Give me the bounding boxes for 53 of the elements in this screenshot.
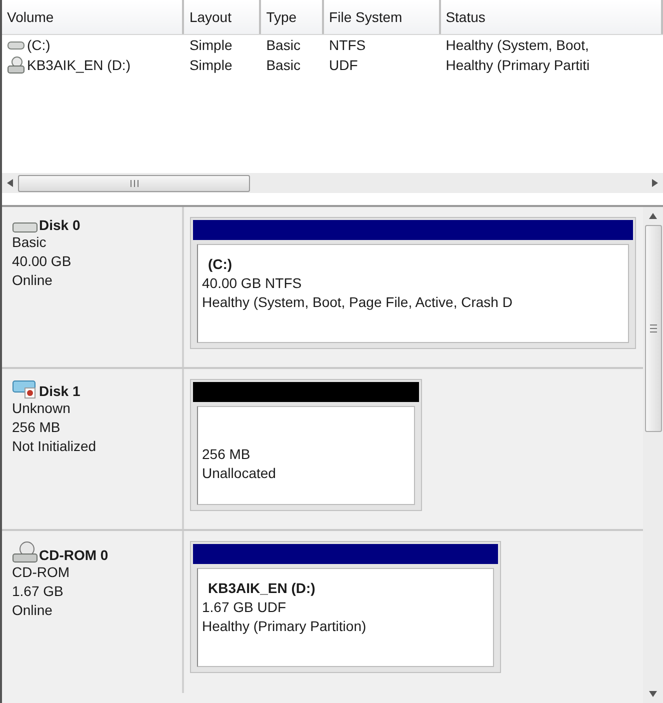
table-cell: Simple <box>189 37 232 53</box>
disk-detail: Not Initialized <box>12 437 98 456</box>
partition-title: KB3AIK_EN (D:) <box>207 579 316 598</box>
table-cell: (C:) <box>27 37 50 53</box>
column-header[interactable]: Type <box>261 0 324 34</box>
partition-block[interactable]: (C:) 40.00 GB NTFS Healthy (System, Boot, Page File, Active, Crash D <box>190 217 636 349</box>
column-header[interactable]: Layout <box>184 0 262 34</box>
vertical-scrollbar[interactable] <box>643 207 663 703</box>
drive-icon <box>12 221 38 233</box>
table-cell: Basic <box>266 57 300 73</box>
table-cell: KB3AIK_EN (D:) <box>27 57 130 73</box>
column-header[interactable]: Volume <box>2 0 184 34</box>
drive-icon <box>7 39 25 51</box>
scrollbar-thumb[interactable] <box>18 174 250 192</box>
table-cell: Healthy (Primary Partiti <box>446 57 590 73</box>
partition-detail: 256 MB <box>202 445 252 464</box>
partition-detail: Healthy (System, Boot, Page File, Active, Crash D <box>202 293 514 312</box>
grip-icon <box>130 180 138 186</box>
column-header[interactable]: Status <box>440 0 663 34</box>
partition-block[interactable]: 256 MB Unallocated <box>190 379 422 511</box>
partition-detail: 40.00 GB NTFS <box>202 274 303 293</box>
scroll-right-icon[interactable] <box>652 179 658 187</box>
horizontal-scrollbar[interactable] <box>2 173 663 193</box>
partition-title: (C:) <box>207 255 234 274</box>
column-header[interactable]: File System <box>324 0 441 34</box>
disk-name: CD-ROM 0 <box>39 547 108 563</box>
disk-detail: Basic <box>12 233 48 252</box>
disk-detail: Online <box>12 271 54 290</box>
table-cell: Basic <box>266 37 300 53</box>
scroll-up-icon[interactable] <box>649 213 657 219</box>
disk-detail: 256 MB <box>12 418 62 437</box>
scrollbar-thumb[interactable] <box>644 225 662 432</box>
partition-detail: Healthy (Primary Partition) <box>202 617 368 636</box>
table-cell: Healthy (System, Boot, <box>446 37 589 53</box>
table-cell: Simple <box>189 57 232 73</box>
cd-drive-icon <box>7 56 25 74</box>
partition-detail: Unallocated <box>202 464 277 483</box>
disk-detail: Online <box>12 601 54 620</box>
partition-detail: 1.67 GB UDF <box>202 598 288 617</box>
disk-detail: 1.67 GB <box>12 582 64 601</box>
scroll-left-icon[interactable] <box>7 179 13 187</box>
cd-drive-icon <box>12 541 38 563</box>
disk-name: Disk 1 <box>39 383 80 399</box>
disk-warning-icon <box>12 379 38 399</box>
table-cell: UDF <box>329 57 358 73</box>
disk-detail: Unknown <box>12 399 72 418</box>
partition-block[interactable]: KB3AIK_EN (D:) 1.67 GB UDF Healthy (Primary Partition) <box>190 541 501 673</box>
table-cell: NTFS <box>329 37 366 53</box>
grip-icon <box>650 324 656 333</box>
scroll-down-icon[interactable] <box>649 691 657 697</box>
disk-name: Disk 0 <box>39 217 80 233</box>
disk-detail: 40.00 GB <box>12 252 72 271</box>
disk-detail: CD-ROM <box>12 563 71 582</box>
